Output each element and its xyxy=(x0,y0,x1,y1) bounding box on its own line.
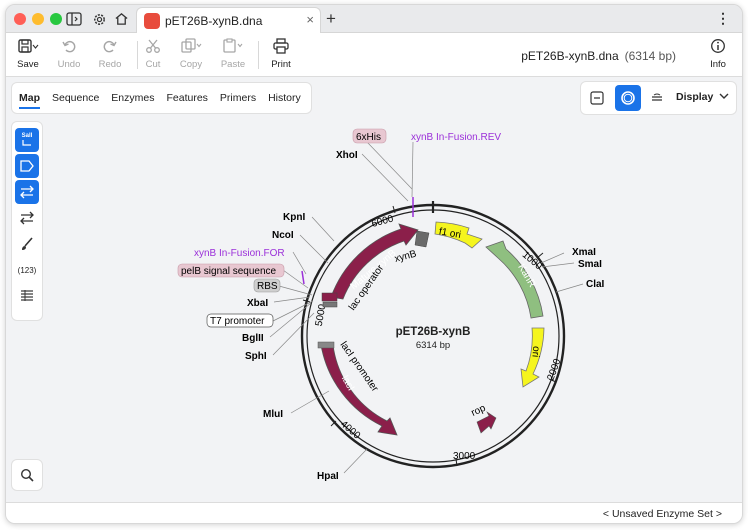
home-icon[interactable] xyxy=(112,10,130,28)
rop-label: rop xyxy=(470,403,488,419)
document-tab[interactable]: pET26B-xynB.dna × xyxy=(136,7,321,34)
paste-label: Paste xyxy=(220,59,246,70)
copy-button[interactable]: Copy xyxy=(171,36,211,74)
cut-button[interactable]: Cut xyxy=(133,36,173,74)
pelb-label: pelB signal sequence xyxy=(181,266,277,277)
undo-icon xyxy=(61,36,77,56)
t7-promoter-label: T7 promoter xyxy=(210,316,265,327)
tick-3000: 3000 xyxy=(453,451,476,462)
hpai-label[interactable]: HpaI xyxy=(317,471,339,482)
save-label: Save xyxy=(17,59,39,70)
scissors-icon xyxy=(145,36,161,56)
undo-button[interactable]: Undo xyxy=(49,36,89,74)
copy-label: Copy xyxy=(179,59,203,70)
sidebar-toggle-icon[interactable] xyxy=(65,10,83,28)
enzyme-set-selector[interactable]: < Unsaved Enzyme Set > xyxy=(603,508,722,520)
tick-6000: 6000 xyxy=(370,213,395,229)
file-size: (6314 bp) xyxy=(624,49,676,63)
xhoi-label[interactable]: XhoI xyxy=(336,150,358,161)
smai-label[interactable]: SmaI xyxy=(578,259,602,270)
tick-2000: 2000 xyxy=(546,357,564,382)
printer-icon xyxy=(272,36,290,56)
feature-rop[interactable]: rop xyxy=(470,403,497,434)
save-icon xyxy=(17,36,39,56)
redo-label: Redo xyxy=(98,59,122,70)
main-area: Map Sequence Enzymes Features Primers Hi… xyxy=(6,77,743,502)
plasmid-name: pET26B-xynB xyxy=(396,326,471,338)
feature-ori[interactable]: ori xyxy=(520,327,545,388)
plasmid-map[interactable]: 1000 2000 3000 4000 5000 6000 f1 ori Kan… xyxy=(6,77,743,502)
toolbar-divider xyxy=(258,41,259,69)
xynb-label: xynB xyxy=(393,248,418,264)
toolbar: Save Undo Redo Cut Copy Paste Print pET2… xyxy=(6,33,742,77)
cut-label: Cut xyxy=(145,59,161,70)
sphi-label[interactable]: SphI xyxy=(245,351,267,362)
new-tab-icon[interactable]: + xyxy=(326,9,336,29)
redo-icon xyxy=(102,36,118,56)
kpni-label[interactable]: KpnI xyxy=(283,212,305,223)
mlui-label[interactable]: MluI xyxy=(263,409,283,420)
rbs-label: RBS xyxy=(257,281,278,292)
bglii-label[interactable]: BglII xyxy=(242,333,264,344)
title-bar: pET26B-xynB.dna × + ⋮ xyxy=(6,5,742,34)
reverse-primer-label: xynB In-Fusion.REV xyxy=(411,132,501,143)
info-label: Info xyxy=(710,59,726,70)
gear-icon[interactable] xyxy=(90,10,108,28)
enzyme-labels[interactable]: XhoI KpnI NcoI XbaI BglII SphI MluI HpaI… xyxy=(242,150,605,482)
minimize-window-button[interactable] xyxy=(32,13,44,25)
zoom-window-button[interactable] xyxy=(50,13,62,25)
info-icon xyxy=(710,36,726,56)
file-title: pET26B-xynB.dna (6314 bp) xyxy=(521,49,676,63)
print-button[interactable]: Print xyxy=(261,36,301,74)
status-bar: < Unsaved Enzyme Set > xyxy=(6,502,742,523)
print-label: Print xyxy=(271,59,291,70)
snapgene-logo-icon xyxy=(144,13,160,29)
clai-label[interactable]: ClaI xyxy=(586,279,605,290)
save-button[interactable]: Save xyxy=(8,36,48,74)
sixhis-label: 6xHis xyxy=(356,132,381,143)
more-menu-icon[interactable]: ⋮ xyxy=(716,10,730,27)
xmai-label[interactable]: XmaI xyxy=(572,247,596,258)
tab-title: pET26B-xynB.dna xyxy=(165,14,263,28)
close-tab-icon[interactable]: × xyxy=(306,12,314,27)
undo-label: Undo xyxy=(57,59,81,70)
paste-button[interactable]: Paste xyxy=(213,36,253,74)
file-name: pET26B-xynB.dna xyxy=(521,49,619,63)
info-button[interactable]: Info xyxy=(698,36,738,74)
xbai-label[interactable]: XbaI xyxy=(247,298,268,309)
ori-label: ori xyxy=(529,346,541,358)
feature-f1-ori[interactable]: f1 ori xyxy=(434,221,483,249)
forward-primer-label: xynB In-Fusion.FOR xyxy=(194,248,285,259)
redo-button[interactable]: Redo xyxy=(90,36,130,74)
close-window-button[interactable] xyxy=(14,13,26,25)
app-window: pET26B-xynB.dna × + ⋮ Save Undo Redo Cut… xyxy=(5,4,743,524)
ncoi-label[interactable]: NcoI xyxy=(272,230,294,241)
paste-icon xyxy=(222,36,244,56)
plasmid-length: 6314 bp xyxy=(416,340,450,351)
copy-icon xyxy=(180,36,202,56)
